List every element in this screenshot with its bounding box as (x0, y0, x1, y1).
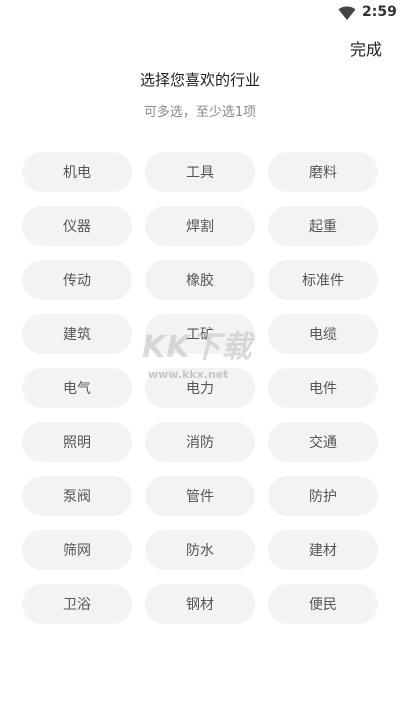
industry-chip[interactable]: 建筑 (22, 314, 132, 354)
industry-chip[interactable]: 工具 (145, 152, 255, 192)
wifi-icon (338, 6, 356, 20)
page-title: 选择您喜欢的行业 (139, 71, 260, 89)
industry-chip[interactable]: 电件 (268, 368, 378, 408)
industry-chip-grid: 机电 工具 磨料仪器 焊割 起重传动 橡胶 标准件建筑 工矿 电缆电气 电力 电件照明 消防 交通泵阀管… (22, 152, 378, 624)
industry-chip[interactable]: 标准件 (268, 260, 378, 300)
industry-chip[interactable]: 防护 (268, 476, 378, 516)
industry-chip[interactable]: 焊割 (145, 206, 255, 246)
industry-chip[interactable]: 建材 (268, 530, 378, 570)
industry-chip[interactable]: 机电 (22, 152, 132, 192)
industry-chip[interactable]: 消防 (145, 422, 255, 462)
industry-chip[interactable]: 橡胶 (145, 260, 255, 300)
industry-chip[interactable]: 卫浴 (22, 584, 132, 624)
industry-chip[interactable]: 仪器 (22, 206, 132, 246)
industry-chip[interactable]: 便民 (268, 584, 378, 624)
page-subtitle: 可多选，至少选1项 (143, 105, 257, 120)
status-time: 2:59 (362, 4, 397, 20)
industry-chip[interactable]: 电缆 (268, 314, 378, 354)
industry-chip[interactable]: 钢材 (145, 584, 255, 624)
industry-selection-screen: 2:59 完成 选择您喜欢的行业 可多选，至少选1项 机电 工具 磨料仪器 焊割 起重传… (0, 0, 400, 710)
industry-chip[interactable]: 照明 (22, 422, 132, 462)
industry-chip[interactable]: 起重 (268, 206, 378, 246)
industry-chip[interactable]: 泵阀 (22, 476, 132, 516)
industry-chip[interactable]: 磨料 (268, 152, 378, 192)
industry-chip[interactable]: 电力 (145, 368, 255, 408)
industry-chip[interactable]: 电气 (22, 368, 132, 408)
status-bar: 2:59 (0, 0, 400, 26)
industry-chip[interactable]: 交通 (268, 422, 378, 462)
industry-chip[interactable]: 防水 (145, 530, 255, 570)
industry-chip[interactable]: 筛网 (22, 530, 132, 570)
industry-chip[interactable]: 工矿 (145, 314, 255, 354)
industry-chip[interactable]: 传动 (22, 260, 132, 300)
done-button[interactable]: 完成 (350, 36, 382, 60)
industry-chip[interactable]: 管件 (145, 476, 255, 516)
